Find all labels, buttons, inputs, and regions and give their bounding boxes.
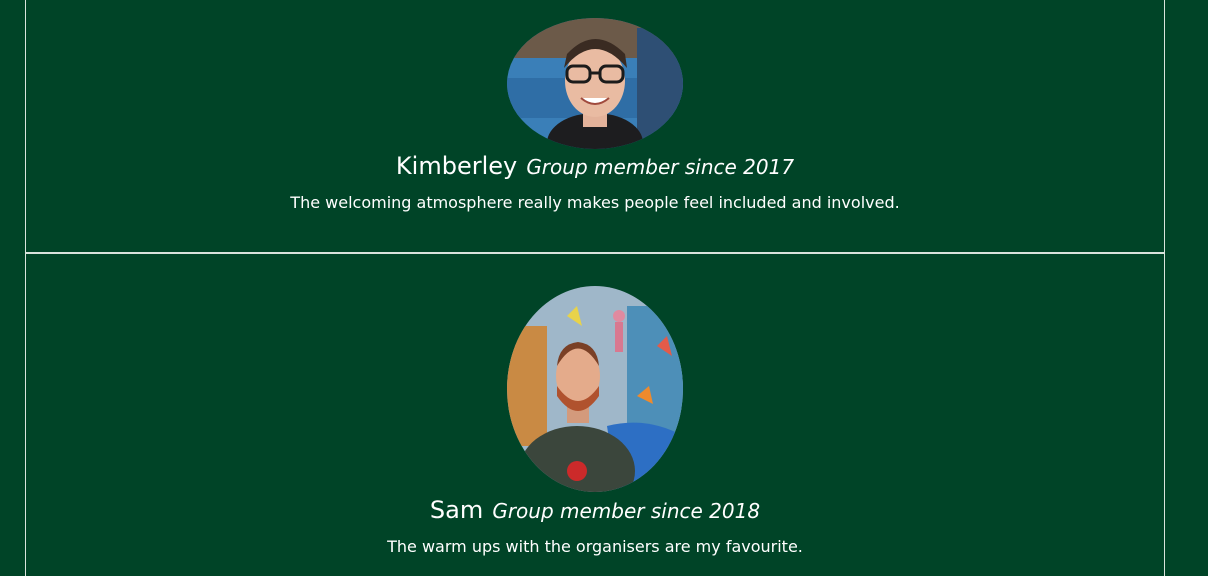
avatar-photo xyxy=(507,286,683,492)
name-line: Kimberley Group member since 2017 xyxy=(26,152,1164,180)
name-line: Sam Group member since 2018 xyxy=(26,496,1164,524)
member-name: Sam xyxy=(429,496,484,524)
testimonials-column: Kimberley Group member since 2017 The we… xyxy=(25,0,1165,576)
member-name: Kimberley xyxy=(395,152,518,180)
portrait-image xyxy=(507,286,683,492)
member-since: Group member since 2018 xyxy=(492,499,761,523)
member-since: Group member since 2017 xyxy=(526,155,795,179)
avatar-photo xyxy=(507,18,683,149)
testimonials-page: Kimberley Group member since 2017 The we… xyxy=(0,0,1208,576)
testimonial-quote: The welcoming atmosphere really makes pe… xyxy=(290,193,900,212)
testimonial-quote: The warm ups with the organisers are my … xyxy=(387,537,803,556)
testimonial-card: Sam Group member since 2018 The warm ups… xyxy=(26,254,1164,576)
portrait-image xyxy=(507,18,683,149)
testimonial-card: Kimberley Group member since 2017 The we… xyxy=(26,0,1164,254)
